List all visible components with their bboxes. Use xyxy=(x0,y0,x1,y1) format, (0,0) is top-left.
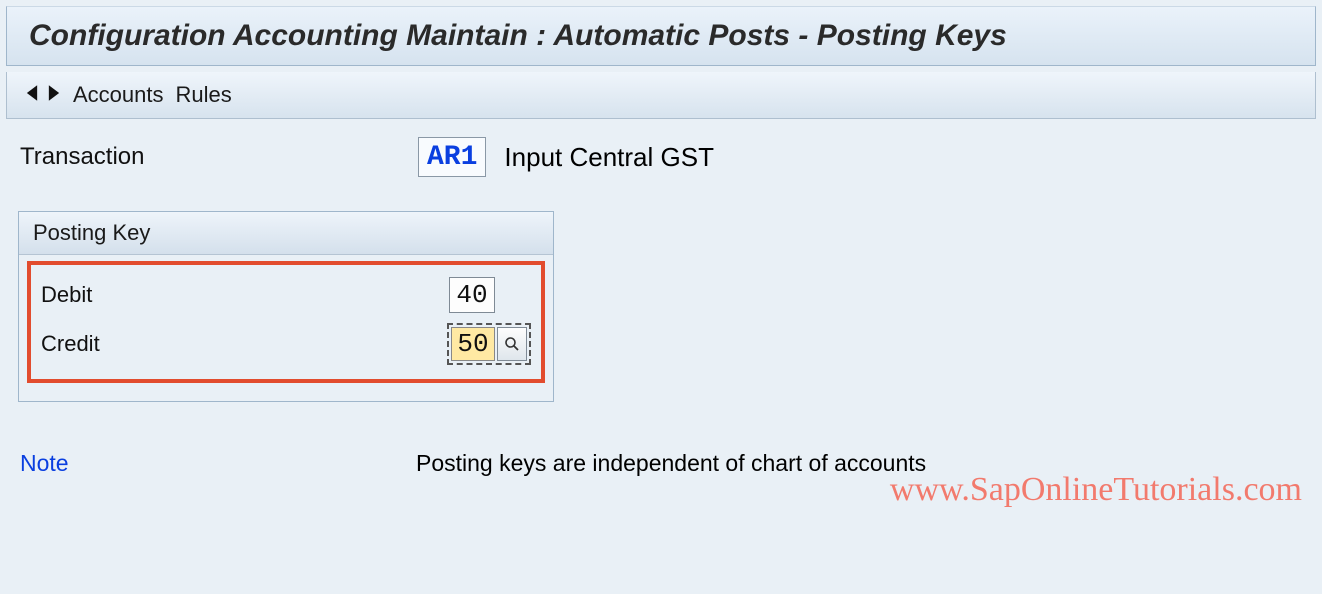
credit-focus-wrap: 50 xyxy=(447,323,531,365)
debit-row: Debit 40 xyxy=(41,277,531,313)
posting-key-header: Posting Key xyxy=(19,212,553,255)
highlight-annotation: Debit 40 Credit 50 xyxy=(27,261,545,383)
rules-menu[interactable]: Rules xyxy=(176,82,232,108)
accounts-menu[interactable]: Accounts xyxy=(73,82,164,108)
credit-input[interactable]: 50 xyxy=(451,327,495,361)
credit-row: Credit 50 xyxy=(41,323,531,365)
application-toolbar: Accounts Rules xyxy=(6,72,1316,119)
note-text: Posting keys are independent of chart of… xyxy=(416,450,926,477)
transaction-label: Transaction xyxy=(20,143,400,171)
transaction-row: Transaction AR1 Input Central GST xyxy=(20,137,1312,177)
credit-label: Credit xyxy=(41,331,447,357)
value-help-button[interactable] xyxy=(497,327,527,361)
next-icon[interactable] xyxy=(47,82,61,108)
debit-label: Debit xyxy=(41,282,449,308)
posting-key-group: Posting Key Debit 40 Credit 50 xyxy=(18,211,554,402)
search-icon xyxy=(504,336,520,352)
note-label: Note xyxy=(20,450,416,477)
page-title: Configuration Accounting Maintain : Auto… xyxy=(6,6,1316,66)
content-area: Transaction AR1 Input Central GST Postin… xyxy=(0,119,1322,495)
debit-input[interactable]: 40 xyxy=(449,277,495,313)
transaction-description: Input Central GST xyxy=(504,142,714,173)
previous-icon[interactable] xyxy=(25,82,39,108)
watermark-text: www.SapOnlineTutorials.com xyxy=(890,471,1302,509)
transaction-code: AR1 xyxy=(418,137,486,177)
